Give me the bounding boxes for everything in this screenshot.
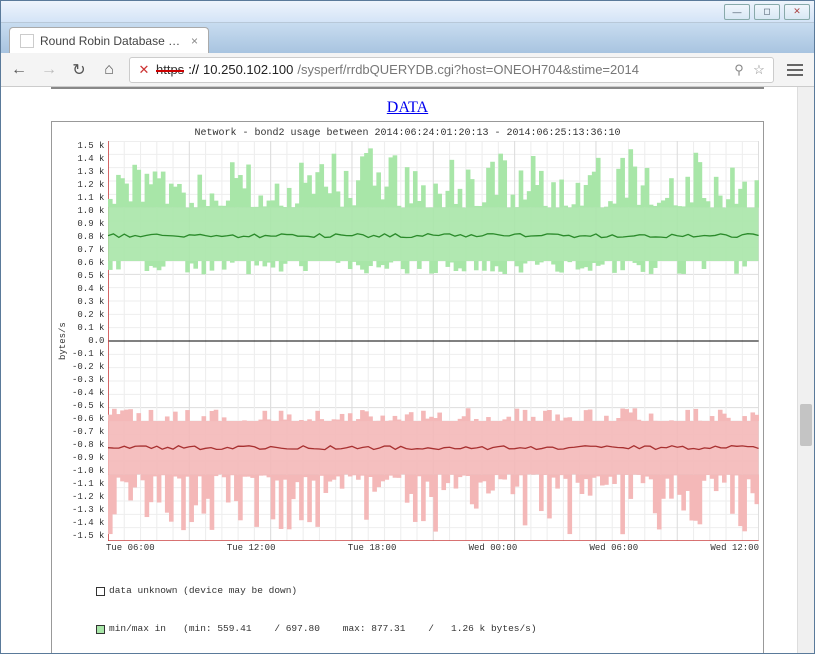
url-scheme-sep: :// (188, 62, 199, 77)
insecure-icon: ✕ (136, 62, 152, 78)
data-link-wrap: DATA (51, 99, 764, 117)
vertical-scrollbar[interactable] (797, 87, 814, 653)
reload-button[interactable]: ↻ (69, 60, 89, 80)
chart-legend: data unknown (device may be down) min/ma… (56, 555, 759, 653)
rrd-graph: Network - bond2 usage between 2014:06:24… (51, 121, 764, 653)
legend-text: min/max in (min: 559.41 / 697.80 max: 87… (109, 623, 537, 636)
window-close-button[interactable]: ✕ (784, 4, 810, 20)
chart-title: Network - bond2 usage between 2014:06:24… (56, 126, 759, 141)
url-scheme: https (156, 62, 184, 77)
plot-area: bytes/s 1.5 k1.4 k1.3 k1.2 k1.1 k1.0 k0.… (56, 141, 759, 541)
tab-strip: Round Robin Database Qu… × (1, 23, 814, 53)
x-axis-ticks: Tue 06:00Tue 12:00Tue 18:00Wed 00:00Wed … (56, 541, 759, 555)
legend-row: data unknown (device may be down) (96, 585, 757, 598)
menu-button[interactable] (784, 59, 806, 81)
chart-canvas (108, 141, 759, 541)
legend-swatch (96, 625, 105, 634)
browser-toolbar: ← → ↻ ⌂ ✕ https :// 10.250.102.100/sysperf… (1, 53, 814, 87)
page-viewport: DATA Network - bond2 usage between 2014:… (1, 87, 814, 653)
tab-close-icon[interactable]: × (191, 34, 198, 48)
back-button[interactable]: ← (9, 60, 29, 80)
home-button[interactable]: ⌂ (99, 60, 119, 80)
data-link[interactable]: DATA (387, 99, 428, 116)
legend-row: min/max in (min: 559.41 / 697.80 max: 87… (96, 623, 757, 636)
minimize-button[interactable]: — (724, 4, 750, 20)
legend-swatch (96, 587, 105, 596)
forward-button[interactable]: → (39, 60, 59, 80)
browser-tab[interactable]: Round Robin Database Qu… × (9, 27, 209, 53)
horizontal-rule (51, 87, 764, 89)
search-icon[interactable]: ⚲ (731, 62, 747, 78)
browser-window: — ◻ ✕ Round Robin Database Qu… × ← → ↻ ⌂… (0, 0, 815, 654)
tab-title: Round Robin Database Qu… (40, 34, 185, 48)
maximize-button[interactable]: ◻ (754, 4, 780, 20)
address-bar[interactable]: ✕ https :// 10.250.102.100/sysperf/rrdbQUE… (129, 57, 774, 83)
url-path: /sysperf/rrdbQUERYDB.cgi?host=ONEOH704&s… (297, 62, 639, 77)
y-axis-label: bytes/s (56, 141, 70, 541)
window-titlebar: — ◻ ✕ (1, 1, 814, 23)
y-axis-ticks: 1.5 k1.4 k1.3 k1.2 k1.1 k1.0 k0.9 k0.8 k… (70, 141, 108, 541)
bookmark-star-icon[interactable]: ☆ (751, 62, 767, 78)
scrollbar-thumb[interactable] (800, 404, 812, 446)
legend-text: data unknown (device may be down) (109, 585, 297, 598)
url-host: 10.250.102.100 (203, 62, 293, 77)
tab-favicon (20, 34, 34, 48)
